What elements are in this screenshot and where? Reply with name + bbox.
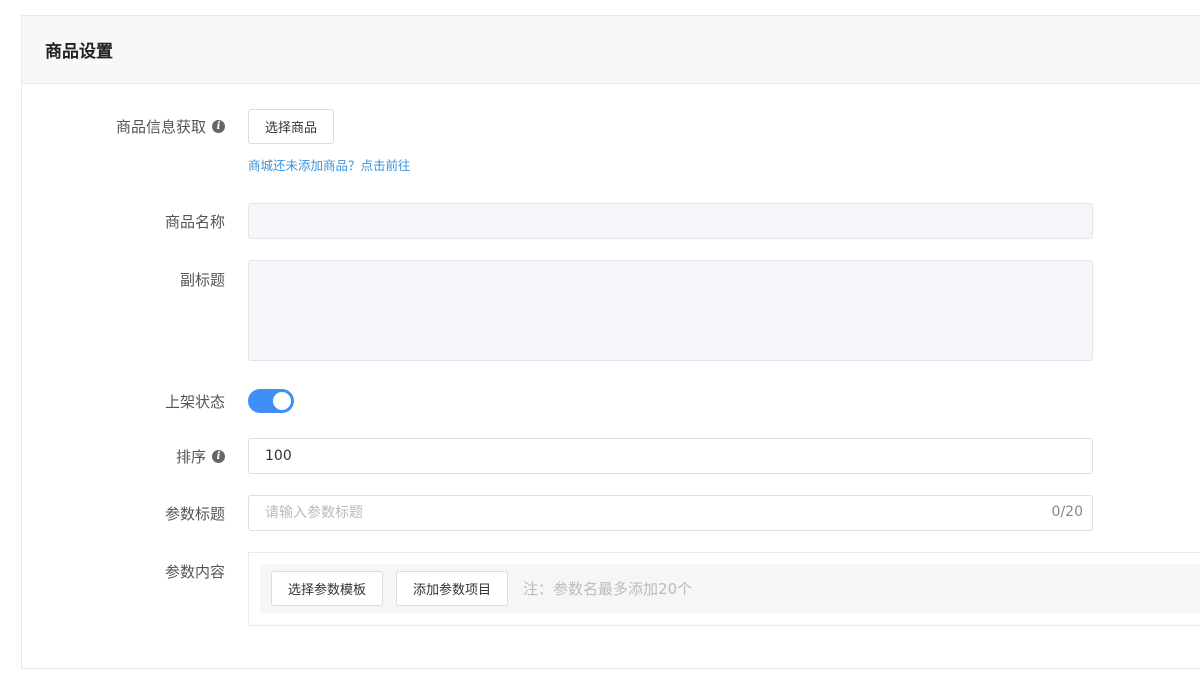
product-settings-card: 商品设置 商品信息获取 i 选择商品 商城还未添加商品？点击前往 商品名称 副标…: [21, 15, 1200, 669]
info-icon[interactable]: i: [212, 120, 225, 133]
param-content-label-text: 参数内容: [164, 563, 225, 581]
subtitle-label-text: 副标题: [179, 271, 225, 289]
select-product-button[interactable]: 选择商品: [248, 109, 335, 144]
param-content-box: 选择参数模板 添加参数项目 注：参数名最多添加20个: [248, 552, 1200, 626]
subtitle-label: 副标题: [22, 269, 225, 290]
param-title-input[interactable]: [248, 495, 1093, 531]
listing-status-label: 上架状态: [22, 391, 225, 412]
subtitle-textarea[interactable]: [248, 260, 1093, 361]
add-param-item-button[interactable]: 添加参数项目: [396, 571, 509, 606]
product-info-label-text: 商品信息获取: [115, 118, 206, 136]
char-counter: 0/20: [1051, 504, 1083, 520]
sort-label-text: 排序: [175, 448, 206, 466]
select-param-template-button[interactable]: 选择参数模板: [271, 571, 384, 606]
product-info-label: 商品信息获取 i: [22, 116, 225, 137]
param-content-label: 参数内容: [22, 561, 225, 582]
param-toolbar: 选择参数模板 添加参数项目 注：参数名最多添加20个: [260, 564, 1200, 613]
toggle-knob: [273, 392, 291, 410]
listing-status-label-text: 上架状态: [164, 393, 225, 411]
param-title-label-text: 参数标题: [164, 505, 225, 523]
sort-label: 排序 i: [22, 446, 225, 467]
product-name-input[interactable]: [248, 203, 1093, 239]
product-name-label: 商品名称: [22, 211, 225, 232]
sort-input[interactable]: [248, 438, 1093, 474]
param-note: 注：参数名最多添加20个: [523, 580, 693, 598]
param-title-label: 参数标题: [22, 503, 225, 524]
card-title: 商品设置: [45, 42, 113, 62]
card-header: 商品设置: [22, 16, 1200, 84]
product-name-label-text: 商品名称: [164, 213, 225, 231]
add-product-link[interactable]: 商城还未添加商品？点击前往: [248, 155, 411, 174]
info-icon[interactable]: i: [212, 450, 225, 463]
listing-status-toggle[interactable]: [248, 389, 294, 413]
